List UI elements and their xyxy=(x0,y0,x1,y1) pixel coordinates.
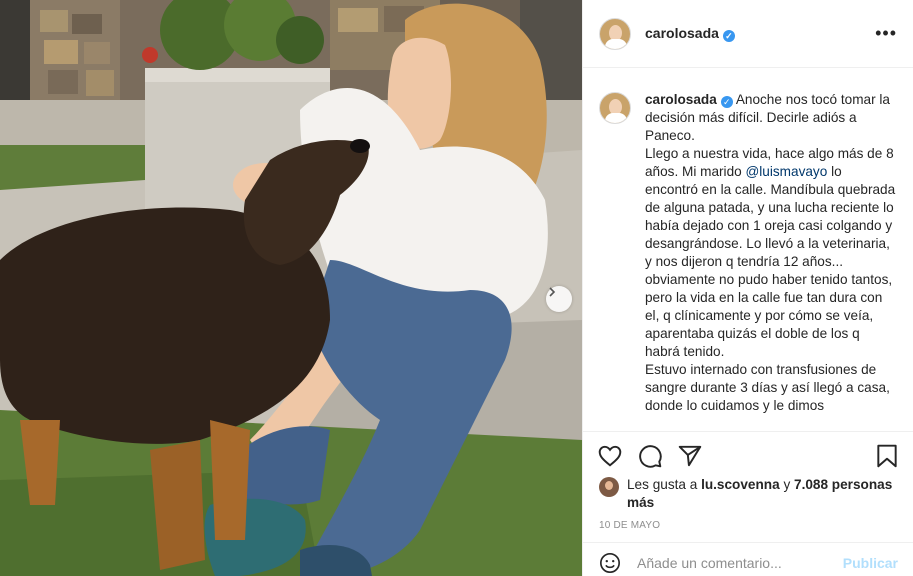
caption-username[interactable]: carolosada xyxy=(645,92,717,107)
paper-plane-icon[interactable] xyxy=(677,443,703,469)
verified-badge-icon: ✓ xyxy=(722,30,735,42)
post-date[interactable]: 10 de mayo xyxy=(599,520,660,531)
avatar[interactable] xyxy=(599,17,631,50)
comment-bubble-icon[interactable] xyxy=(637,443,663,469)
publish-button[interactable]: Publicar xyxy=(843,555,898,571)
chevron-right-icon xyxy=(549,287,556,297)
photo-illustration xyxy=(0,0,582,576)
post-photo[interactable] xyxy=(0,0,582,576)
caption-text: carolosada ✓ Anoche nos tocó tomar la dec… xyxy=(645,91,898,415)
liker-username[interactable]: lu.scovenna xyxy=(701,477,780,492)
next-photo-button[interactable] xyxy=(546,286,572,312)
comment-input[interactable] xyxy=(637,554,837,571)
bookmark-icon[interactable] xyxy=(874,443,900,469)
caption-paragraph-2: Llego a nuestra vida, hace algo más de 8… xyxy=(645,145,898,361)
mention-link[interactable]: @luismavayo xyxy=(745,164,827,179)
caption-paragraph-3: Estuvo internado con transfusiones de sa… xyxy=(645,362,890,413)
username-text[interactable]: carolosada xyxy=(645,25,719,41)
caption-row: carolosada ✓ Anoche nos tocó tomar la dec… xyxy=(599,91,898,415)
likes-conjunction: y xyxy=(783,477,791,492)
caption-avatar[interactable] xyxy=(599,92,631,124)
post-header: carolosada ✓ ••• xyxy=(583,0,913,68)
more-options-icon[interactable]: ••• xyxy=(875,23,897,44)
header-username[interactable]: carolosada ✓ xyxy=(645,25,735,42)
verified-badge-icon: ✓ xyxy=(720,96,733,108)
caption-area: carolosada ✓ Anoche nos tocó tomar la dec… xyxy=(583,69,913,431)
likes-text: Les gusta a lu.scovenna y 7.088 personas… xyxy=(627,476,899,512)
smiley-icon[interactable] xyxy=(599,552,621,574)
heart-icon[interactable] xyxy=(597,443,623,469)
caption-text-segment: lo encontró en la calle. Mandíbula quebr… xyxy=(645,164,896,359)
action-bar xyxy=(583,431,913,479)
likes-prefix: Les gusta a xyxy=(627,477,698,492)
likes-summary: Les gusta a lu.scovenna y 7.088 personas… xyxy=(599,476,899,512)
post-sidebar: carolosada ✓ ••• carolosada ✓ Anoche nos t… xyxy=(582,0,913,576)
liker-avatar[interactable] xyxy=(599,477,619,497)
comment-form: Publicar xyxy=(583,542,913,576)
